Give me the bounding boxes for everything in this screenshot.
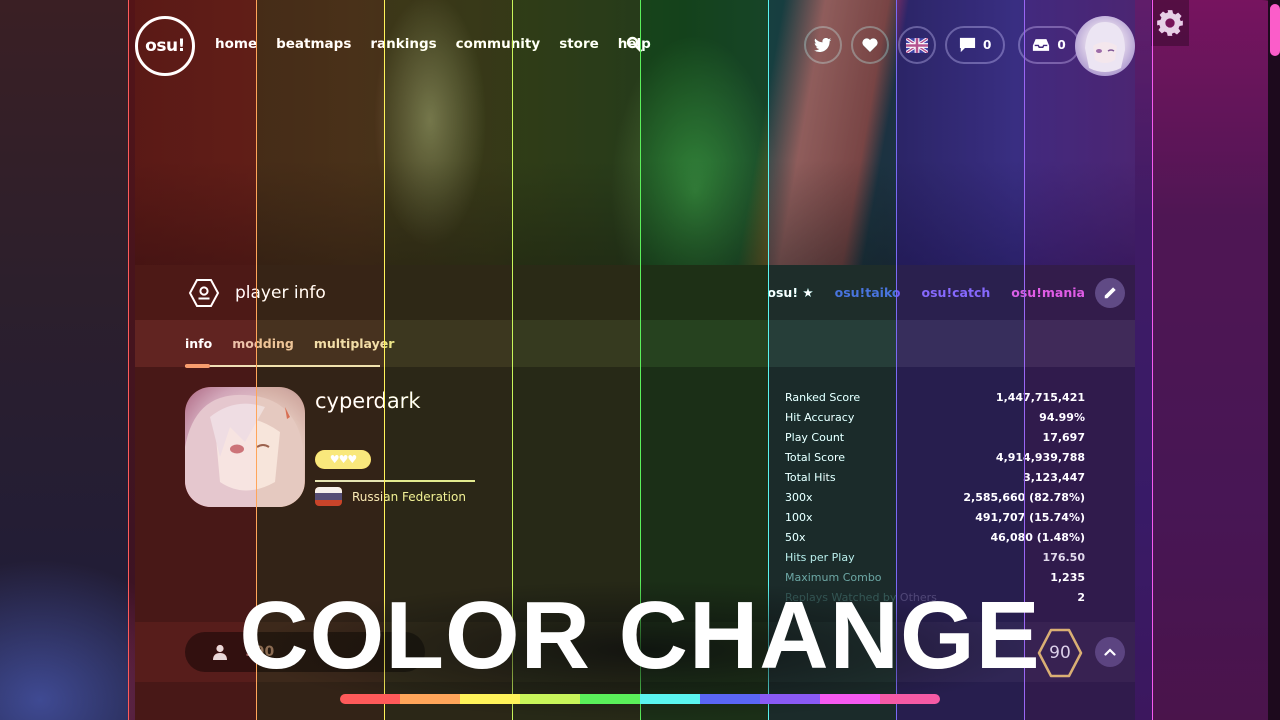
stat-row: 300x 2,585,660 (82.78%) (785, 487, 1085, 507)
gear-icon (1157, 10, 1183, 36)
nav-rankings[interactable]: rankings (370, 36, 436, 52)
country-name[interactable]: Russian Federation (352, 490, 466, 504)
nav-community[interactable]: community (456, 36, 541, 52)
stat-value: 1,235 (1050, 570, 1085, 584)
panel-title: player info (235, 283, 326, 303)
stat-row: 100x 491,707 (15.74%) (785, 507, 1085, 527)
rainbow-segment (580, 694, 640, 704)
rainbow-segment (340, 694, 400, 704)
avatar-illustration (1085, 22, 1125, 72)
rainbow-segment (400, 694, 460, 704)
rainbow-segment (640, 694, 700, 704)
stat-row: 50x 46,080 (1.48%) (785, 527, 1085, 547)
stat-key: Ranked Score (785, 390, 861, 404)
mode-osu[interactable]: osu! ★ (767, 285, 813, 300)
twitter-button[interactable] (804, 26, 842, 64)
tab-info[interactable]: info (185, 336, 212, 351)
stat-row: Hits per Play 176.50 (785, 547, 1085, 567)
stat-key: 300x (785, 490, 813, 504)
twitter-icon (814, 37, 832, 52)
supporter-badge[interactable]: ♥♥♥ (315, 450, 371, 469)
stat-key: Hits per Play (785, 550, 855, 564)
rainbow-segment (880, 694, 940, 704)
rainbow-segment (760, 694, 820, 704)
username: cyperdark (315, 389, 421, 413)
search-icon[interactable] (626, 36, 642, 52)
tab-active-indicator (185, 364, 210, 368)
notifications-count: 0 (1057, 38, 1066, 52)
overlay-title: COLOR CHANGE (239, 582, 1041, 689)
rainbow-segment (520, 694, 580, 704)
profile-avatar (185, 387, 305, 507)
stat-value: 176.50 (1042, 550, 1085, 564)
notifications-button[interactable]: 0 (1018, 26, 1080, 64)
stat-value: 17,697 (1042, 430, 1085, 444)
tab-multiplayer[interactable]: multiplayer (314, 336, 395, 351)
pencil-icon (1104, 287, 1116, 299)
language-button[interactable] (898, 26, 936, 64)
player-info-icon (188, 279, 220, 307)
tab-modding[interactable]: modding (232, 336, 294, 351)
stat-value: 1,447,715,421 (995, 390, 1085, 404)
stat-row: Total Hits 3,123,447 (785, 467, 1085, 487)
stat-key: 100x (785, 510, 813, 524)
profile-tabs: info modding multiplayer (185, 336, 394, 351)
stat-row: Hit Accuracy 94.99% (785, 407, 1085, 427)
heart-icon (862, 38, 878, 52)
rainbow-segment (700, 694, 760, 704)
edit-button[interactable] (1095, 278, 1125, 308)
nav-home[interactable]: home (215, 36, 257, 52)
stat-row: Total Score 4,914,939,788 (785, 447, 1085, 467)
stat-key: 50x (785, 530, 806, 544)
tab-underline (185, 365, 380, 367)
stat-key: Play Count (785, 430, 845, 444)
mode-catch[interactable]: osu!catch (922, 285, 991, 300)
rainbow-segment (820, 694, 880, 704)
stat-key: Total Score (785, 450, 845, 464)
stats-table: Ranked Score 1,447,715,421 Hit Accuracy 94… (785, 387, 1085, 607)
mode-taiko[interactable]: osu!taiko (835, 285, 901, 300)
chat-count: 0 (983, 38, 992, 52)
panel-header: player info osu! ★ osu!taiko osu!catch o… (135, 265, 1135, 320)
avatar-illustration (185, 394, 305, 507)
profile-tabs-bar: info modding multiplayer (135, 320, 1135, 368)
stat-row: Play Count 17,697 (785, 427, 1085, 447)
scrollbar-thumb[interactable] (1270, 4, 1280, 56)
nav-links: home beatmaps rankings community store h… (215, 36, 651, 52)
nav-right: 0 0 (804, 26, 1080, 64)
stat-value: 94.99% (1039, 410, 1085, 424)
rainbow-segment (460, 694, 520, 704)
support-button[interactable] (851, 26, 889, 64)
stat-key: Hit Accuracy (785, 410, 855, 424)
nav-beatmaps[interactable]: beatmaps (276, 36, 351, 52)
chat-button[interactable]: 0 (945, 26, 1006, 64)
stat-value: 2,585,660 (82.78%) (963, 490, 1085, 504)
mode-osu-label: osu! (767, 285, 799, 300)
stat-row: Ranked Score 1,447,715,421 (785, 387, 1085, 407)
settings-button[interactable] (1151, 0, 1189, 46)
chat-icon (959, 37, 976, 53)
inbox-icon (1033, 39, 1050, 51)
profile-divider (315, 480, 475, 482)
nav-store[interactable]: store (559, 36, 599, 52)
stat-value: 46,080 (1.48%) (990, 530, 1086, 544)
star-icon: ★ (802, 285, 814, 300)
mode-mania[interactable]: osu!mania (1011, 285, 1085, 300)
stat-value: 4,914,939,788 (995, 450, 1085, 464)
user-avatar[interactable] (1075, 16, 1135, 76)
stat-value: 3,123,447 (1023, 470, 1085, 484)
cover-fade (135, 160, 1135, 265)
game-mode-tabs: osu! ★ osu!taiko osu!catch osu!mania (767, 285, 1085, 300)
rainbow-strip (340, 694, 940, 704)
stat-key: Total Hits (785, 470, 836, 484)
osu-logo[interactable]: osu! (135, 16, 195, 76)
russia-flag-icon (315, 487, 342, 506)
uk-flag-icon (906, 37, 928, 53)
stat-value: 491,707 (15.74%) (975, 510, 1085, 524)
